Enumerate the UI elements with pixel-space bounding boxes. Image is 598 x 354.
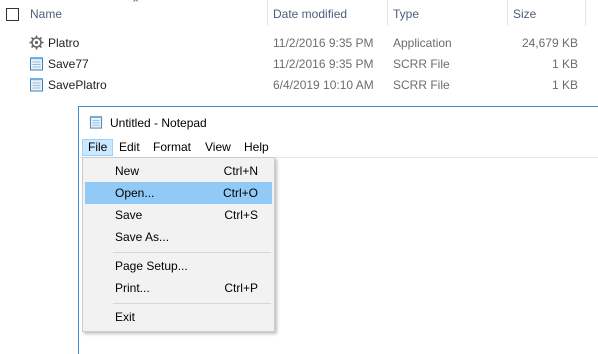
menu-item-label: Open...	[115, 186, 155, 200]
menu-item-save-as[interactable]: Save As...	[85, 226, 272, 248]
menu-view[interactable]: View	[200, 140, 236, 156]
window-title: Untitled - Notepad	[110, 116, 207, 130]
menu-item-label: New	[115, 164, 140, 178]
file-list-header: ⌃ Name Date modified Type Size	[0, 0, 598, 30]
file-type: SCRR File	[393, 57, 450, 71]
notepad-app-icon	[89, 115, 103, 129]
menu-item-shortcut: Ctrl+S	[224, 208, 258, 222]
file-type: Application	[393, 36, 452, 50]
menu-file[interactable]: File	[82, 139, 114, 156]
file-name: Save77	[48, 57, 89, 71]
file-size: 1 KB	[551, 57, 578, 71]
menu-item-label: Page Setup...	[115, 259, 188, 273]
menu-item-new[interactable]: New Ctrl+N	[85, 160, 272, 182]
file-name: Platro	[48, 36, 80, 50]
menu-item-shortcut: Ctrl+P	[224, 281, 258, 295]
column-date-modified[interactable]: Date modified	[273, 7, 347, 21]
menu-item-page-setup[interactable]: Page Setup...	[85, 255, 272, 277]
file-type: SCRR File	[393, 78, 450, 92]
column-name[interactable]: Name	[30, 7, 62, 21]
menu-item-label: Exit	[115, 310, 136, 324]
menu-format[interactable]: Format	[148, 140, 196, 156]
menu-item-shortcut: Ctrl+O	[222, 186, 258, 200]
menu-item-label: Print...	[115, 281, 150, 295]
menu-item-save[interactable]: Save Ctrl+S	[85, 204, 272, 226]
title-bar[interactable]: Untitled - Notepad	[79, 107, 598, 138]
column-type[interactable]: Type	[393, 7, 419, 21]
column-divider[interactable]	[267, 0, 268, 26]
menu-item-print[interactable]: Print... Ctrl+P	[85, 277, 272, 299]
file-size: 1 KB	[551, 78, 578, 92]
file-date: 11/2/2016 9:35 PM	[273, 57, 374, 71]
file-row[interactable]: Platro 11/2/2016 9:35 PM Application 24,…	[0, 33, 598, 54]
file-size: 24,679 KB	[521, 36, 578, 50]
menu-item-open[interactable]: Open... Ctrl+O	[85, 182, 272, 204]
sort-ascending-icon: ⌃	[131, 0, 141, 10]
file-date: 6/4/2019 10:10 AM	[273, 78, 374, 92]
menu-item-exit[interactable]: Exit	[85, 306, 272, 328]
column-divider[interactable]	[387, 0, 388, 26]
file-row[interactable]: Save77 11/2/2016 9:35 PM SCRR File 1 KB	[0, 54, 598, 75]
menu-item-label: Save As...	[115, 230, 170, 244]
file-row[interactable]: SavePlatro 6/4/2019 10:10 AM SCRR File 1…	[0, 75, 598, 96]
menu-item-shortcut: Ctrl+N	[223, 164, 258, 178]
column-size[interactable]: Size	[513, 7, 536, 21]
file-name: SavePlatro	[48, 78, 107, 92]
menu-item-label: Save	[115, 208, 143, 222]
file-date: 11/2/2016 9:35 PM	[273, 36, 374, 50]
select-all-checkbox[interactable]	[6, 8, 19, 21]
menu-edit[interactable]: Edit	[114, 140, 145, 156]
notepad-file-icon	[30, 57, 43, 71]
menu-separator	[113, 252, 271, 253]
application-icon	[29, 35, 44, 50]
menu-separator	[113, 303, 271, 304]
file-menu-dropdown: New Ctrl+N Open... Ctrl+O Save Ctrl+S Sa…	[82, 157, 275, 332]
menu-help[interactable]: Help	[239, 140, 274, 156]
notepad-file-icon	[30, 78, 43, 92]
column-divider[interactable]	[507, 0, 508, 26]
menu-bar: File Edit Format View Help	[79, 138, 598, 157]
column-divider[interactable]	[585, 0, 586, 26]
